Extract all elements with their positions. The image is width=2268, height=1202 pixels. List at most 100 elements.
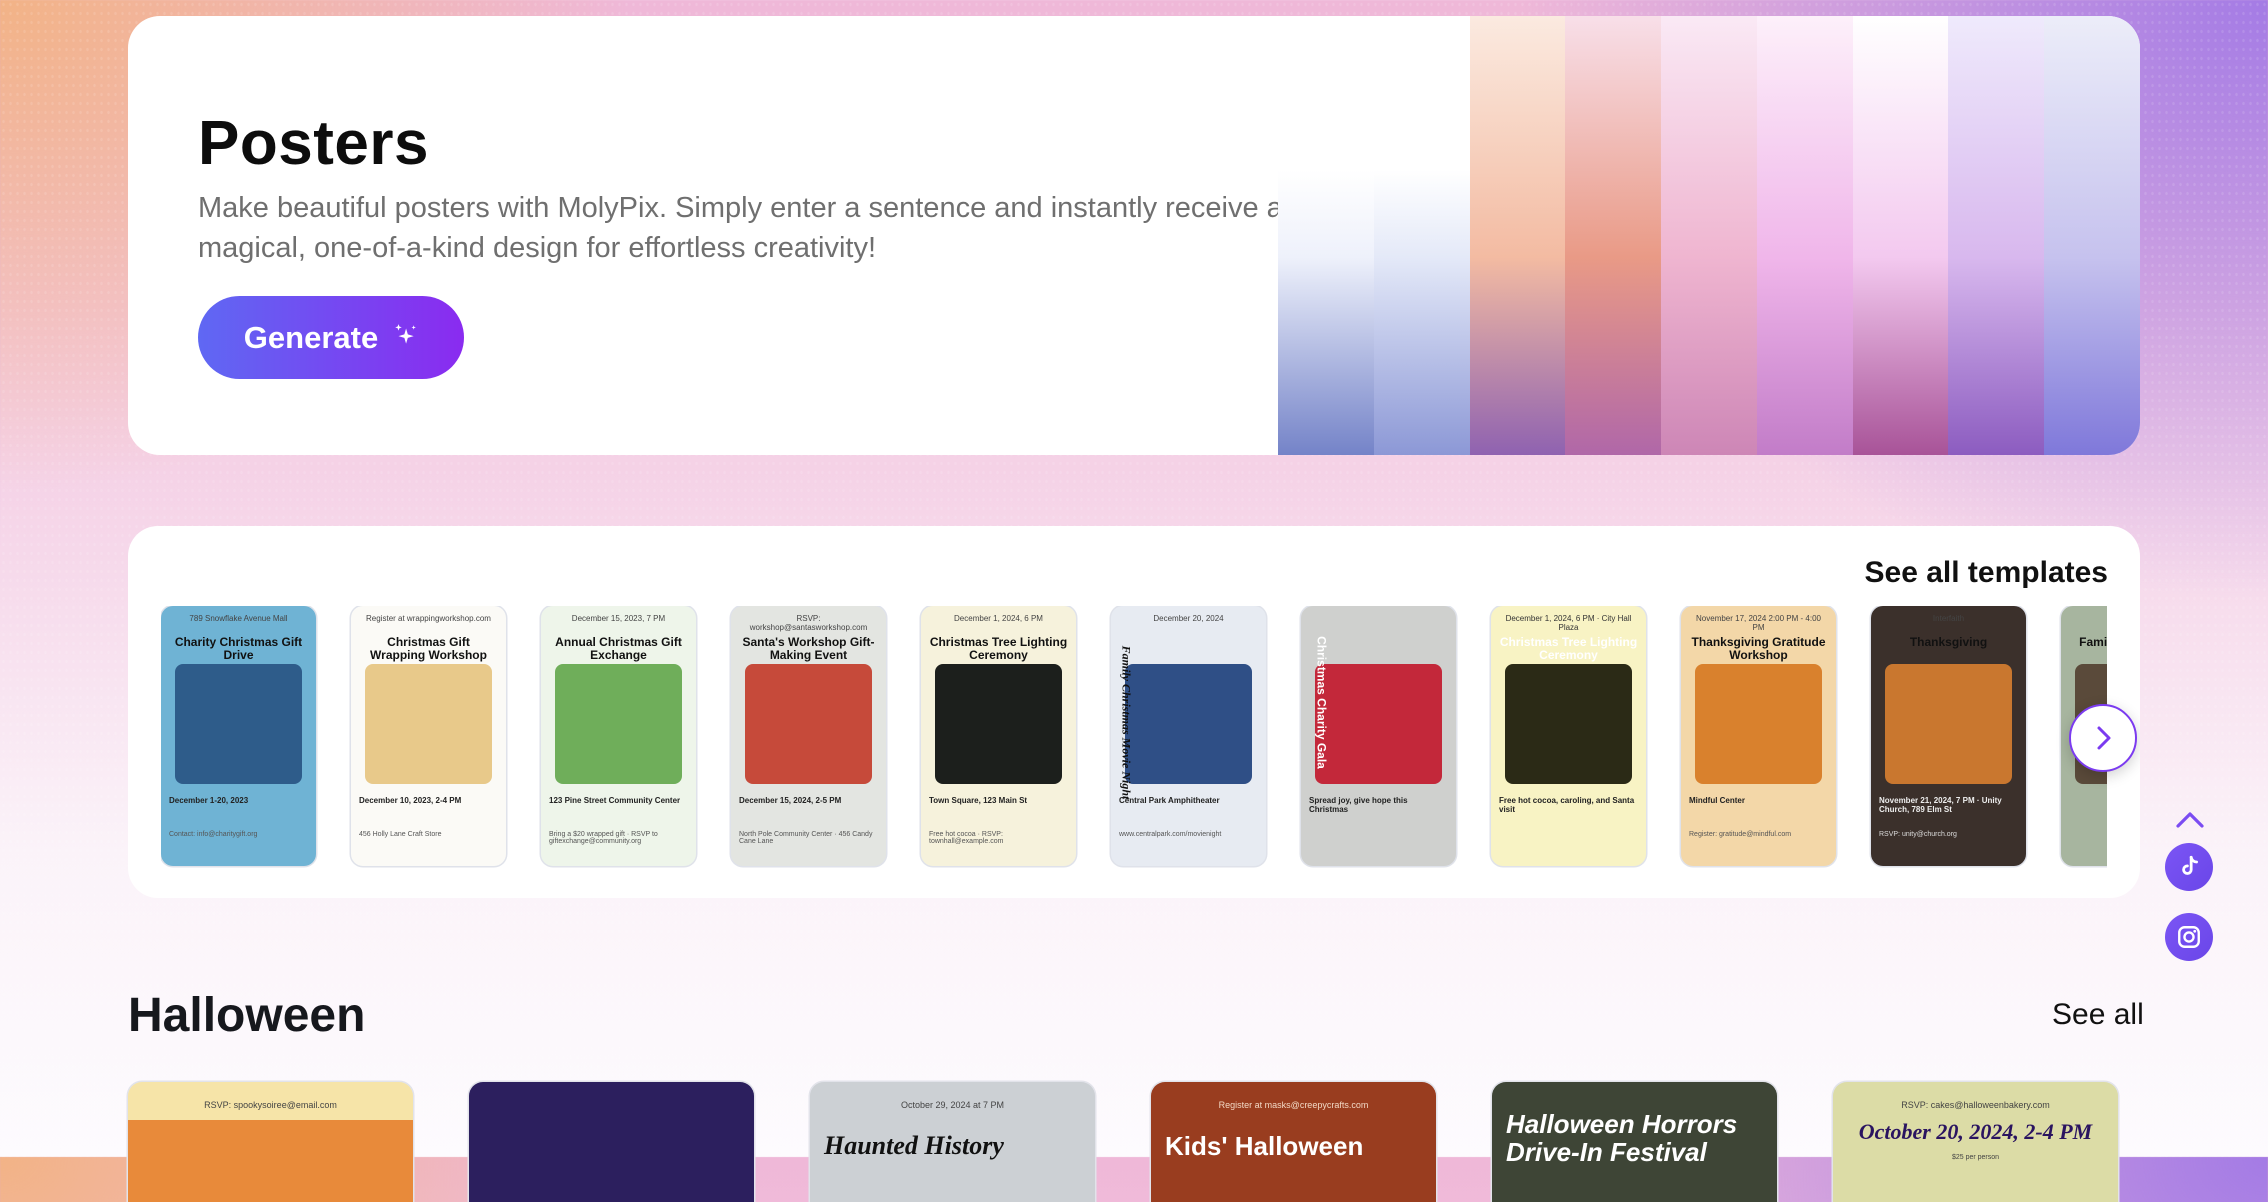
- template-image: [1315, 664, 1442, 784]
- generate-button[interactable]: Generate: [198, 296, 464, 379]
- template-image: [1505, 664, 1632, 784]
- template-title: Charity Christmas Gift Drive: [174, 635, 303, 662]
- template-card[interactable]: 789 Snowflake Avenue Mall Charity Christm…: [161, 606, 316, 866]
- template-details: 123 Pine Street Community Center: [549, 796, 681, 805]
- template-top-text: Interfaith: [1932, 614, 1965, 623]
- tiktok-icon: [2182, 855, 2198, 875]
- template-footer: Contact: info@charitygift.org: [169, 831, 258, 838]
- template-footer: Free hot cocoa · RSVP: townhall@example.…: [929, 831, 1004, 845]
- template-top-text: Register at wrappingworkshop.com: [366, 614, 491, 623]
- hero-stripe: [1469, 16, 1566, 455]
- template-card[interactable]: Christmas Charity Gala Spread joy, give h…: [1301, 606, 1456, 866]
- instagram-icon: [2178, 926, 2200, 948]
- template-top-text: RSVP: workshop@santasworkshop.com: [749, 614, 868, 632]
- see-all-templates-link[interactable]: See all templates: [1865, 556, 2108, 590]
- template-footer: Bring a $20 wrapped gift · RSVP to gifte…: [549, 831, 658, 845]
- halloween-template-card[interactable]: October 29, 2024 at 7 PM Haunted History: [810, 1082, 1095, 1202]
- halloween-card-top-text: Register at masks@creepycrafts.com: [1218, 1100, 1369, 1110]
- template-details: November 21, 2024, 7 PM · Unity Church, …: [1879, 796, 2002, 814]
- hero-gradient-art: [1278, 16, 2140, 455]
- hero-stripe: [1948, 16, 2045, 455]
- template-details: Spread joy, give hope this Christmas: [1309, 796, 1408, 814]
- halloween-template-card[interactable]: [469, 1082, 754, 1202]
- chevron-up-icon: [2176, 812, 2204, 828]
- template-title: Annual Christmas Gift Exchange: [555, 635, 682, 662]
- template-card[interactable]: December 20, 2024 Family Christmas Movie …: [1111, 606, 1266, 866]
- tiktok-button[interactable]: [2165, 843, 2213, 891]
- template-details: Mindful Center: [1689, 796, 1745, 805]
- template-image: [745, 664, 872, 784]
- scroll-to-top-button[interactable]: [2175, 808, 2205, 830]
- template-title: Thanksgiving Gratitude Workshop: [1691, 635, 1826, 662]
- halloween-card-title: October 20, 2024, 2-4 PM: [1858, 1119, 2093, 1144]
- template-image: [1695, 664, 1822, 784]
- template-image: [935, 664, 1062, 784]
- templates-carousel: See all templates 789 Snowflake Avenue M…: [128, 526, 2140, 898]
- halloween-template-card[interactable]: RSVP: cakes@halloweenbakery.com October 2…: [1833, 1082, 2118, 1202]
- template-card[interactable]: Interfaith Thanksgiving November 21, 2024,…: [1871, 606, 2026, 866]
- template-title: Christmas Gift Wrapping Workshop: [370, 635, 487, 662]
- template-title: Santa's Workshop Gift-Making Event: [742, 635, 875, 662]
- template-top-text: December 1, 2024, 6 PM: [954, 614, 1043, 623]
- halloween-card-subtext: $25 per person: [1951, 1154, 2000, 1161]
- see-all-halloween-link[interactable]: See all: [2052, 998, 2144, 1032]
- template-image: [1885, 664, 2012, 784]
- halloween-card-title: Halloween Horrors Drive-In Festival: [1506, 1109, 1738, 1167]
- template-details: December 1-20, 2023: [169, 796, 249, 805]
- halloween-template-card[interactable]: Halloween Horrors Drive-In Festival: [1492, 1082, 1777, 1202]
- halloween-card-image: [128, 1120, 413, 1202]
- template-card[interactable]: December 15, 2023, 7 PM Annual Christmas …: [541, 606, 696, 866]
- template-title: Christmas Tree Lighting Ceremony: [1499, 635, 1638, 662]
- sparkle-icon: [392, 320, 418, 356]
- hero-stripe: [1373, 16, 1470, 455]
- halloween-card-top-text: RSVP: spookysoiree@email.com: [204, 1100, 337, 1110]
- halloween-card-title: Kids' Halloween: [1165, 1131, 1364, 1161]
- template-title: Thanksgiving: [1909, 635, 1988, 649]
- page-title: Posters: [198, 109, 429, 178]
- instagram-button[interactable]: [2165, 913, 2213, 961]
- template-image: [555, 664, 682, 784]
- hero-stripe: [1565, 16, 1662, 455]
- carousel-next-button[interactable]: [2069, 704, 2137, 772]
- template-top-text: 789 Snowflake Avenue Mall: [189, 614, 288, 623]
- template-card[interactable]: RSVP: workshop@santasworkshop.com Santa's…: [731, 606, 886, 866]
- template-list: 789 Snowflake Avenue Mall Charity Christm…: [161, 606, 2107, 868]
- halloween-template-card[interactable]: RSVP: spookysoiree@email.com: [128, 1082, 413, 1202]
- template-details: Town Square, 123 Main St: [929, 796, 1028, 805]
- template-top-text: December 1, 2024, 6 PM · City Hall Plaza: [1505, 614, 1632, 632]
- template-details: Central Park Amphitheater: [1119, 796, 1220, 805]
- template-footer: 456 Holly Lane Craft Store: [359, 831, 442, 838]
- template-card[interactable]: December 1, 2024, 6 PM Christmas Tree Lig…: [921, 606, 1076, 866]
- chevron-right-icon: [2097, 726, 2111, 750]
- template-footer: www.centralpark.com/movienight: [1119, 831, 1222, 838]
- template-top-text: December 15, 2023, 7 PM: [571, 614, 666, 623]
- hero-stripe: [2044, 16, 2140, 455]
- template-title: Christmas Tree Lighting Ceremony: [929, 635, 1068, 662]
- hero-description: Make beautiful posters with MolyPix. Sim…: [198, 192, 1283, 264]
- template-footer: RSVP: unity@church.org: [1879, 831, 1957, 838]
- halloween-card-top-text: RSVP: cakes@halloweenbakery.com: [1901, 1100, 2050, 1110]
- halloween-card-top-text: October 29, 2024 at 7 PM: [900, 1100, 1005, 1110]
- template-image: [1125, 664, 1252, 784]
- hero-stripe: [1661, 16, 1757, 455]
- halloween-card-title: Haunted History: [824, 1131, 1004, 1160]
- template-card[interactable]: November 17, 2024 2:00 PM - 4:00 PM Thank…: [1681, 606, 1836, 866]
- template-title: Family Christmas Movie Night: [1119, 645, 1134, 800]
- template-image: [175, 664, 302, 784]
- template-details: Free hot cocoa, caroling, and Santa visi…: [1499, 796, 1635, 814]
- template-card[interactable]: December 1, 2024, 6 PM · City Hall Plaza…: [1491, 606, 1646, 866]
- template-image: [365, 664, 492, 784]
- generate-label: Generate: [243, 319, 379, 355]
- template-footer: Register: gratitude@mindful.com: [1689, 831, 1792, 838]
- template-title: Family Thanksgiving Prayer: [2079, 635, 2107, 649]
- hero-stripe: [1278, 16, 1374, 455]
- halloween-template-card[interactable]: Register at masks@creepycrafts.com Kids' …: [1151, 1082, 1436, 1202]
- template-footer: North Pole Community Center · 456 Candy …: [739, 831, 873, 845]
- section-title-halloween: Halloween: [128, 989, 366, 1042]
- template-title: Christmas Charity Gala: [1314, 636, 1329, 769]
- template-top-text: November 17, 2024 2:00 PM - 4:00 PM: [1696, 614, 1821, 632]
- hero-stripe: [1756, 16, 1853, 455]
- template-card[interactable]: Register at wrappingworkshop.com Christma…: [351, 606, 506, 866]
- template-details: December 10, 2023, 2-4 PM: [359, 796, 462, 805]
- template-top-text: December 20, 2024: [1153, 614, 1224, 623]
